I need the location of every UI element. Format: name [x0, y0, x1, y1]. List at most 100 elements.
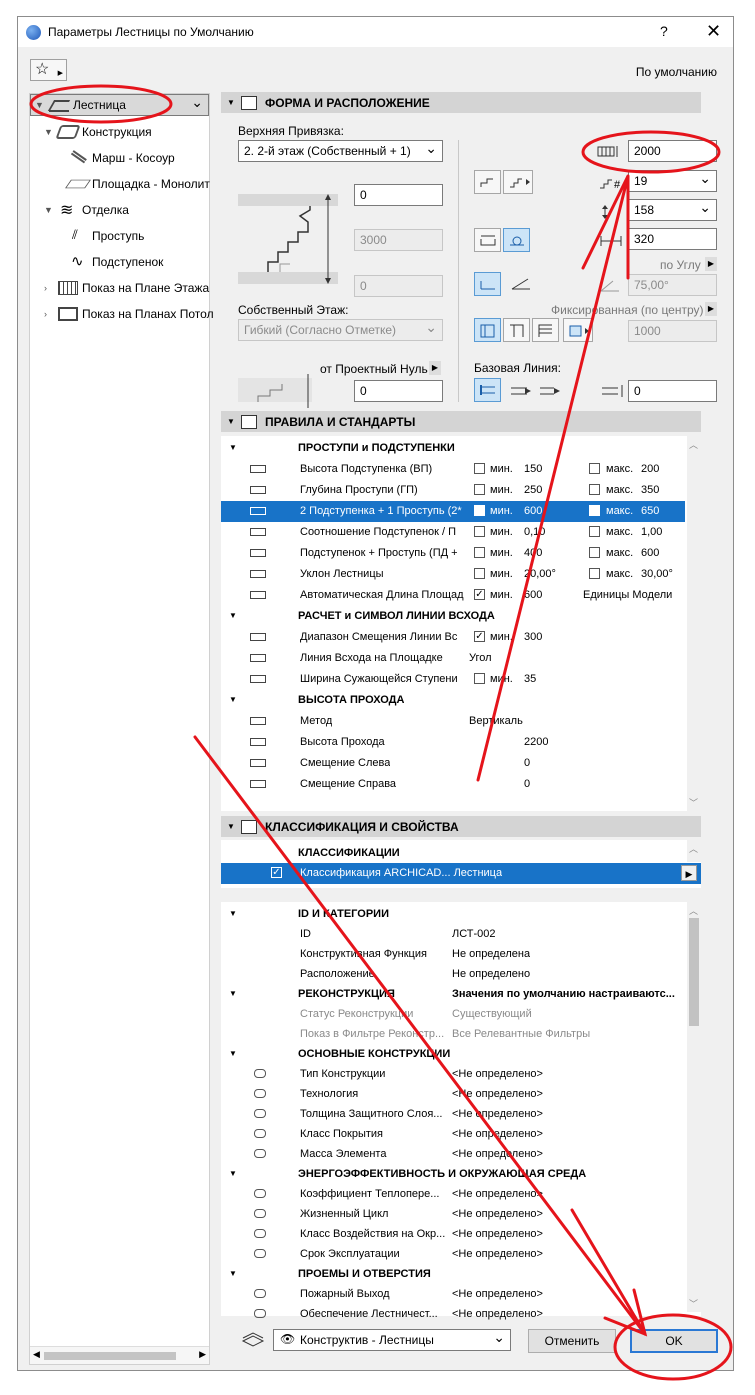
- reference-menu-arrow-icon[interactable]: ▶: [429, 361, 441, 375]
- project-zero-input[interactable]: 0: [354, 380, 443, 402]
- min-checkbox[interactable]: [474, 505, 485, 516]
- property-value[interactable]: <Не определено>: [452, 1248, 543, 1260]
- table-row[interactable]: Смещение Справа 0: [221, 774, 685, 795]
- riser-height-select[interactable]: 158: [628, 199, 717, 221]
- table-row[interactable]: Пожарный Выход <Не определено>: [221, 1284, 685, 1305]
- group-row[interactable]: ▼ РЕКОНСТРУКЦИЯ Значения по умолчанию наст…: [221, 984, 685, 1005]
- collapse-arrow-icon[interactable]: ▼: [229, 1269, 237, 1278]
- table-row[interactable]: Высота Прохода 2200: [221, 732, 685, 753]
- tree-item-structure[interactable]: ▼ Конструкция: [44, 120, 152, 144]
- scroll-down-icon[interactable]: ﹀: [689, 796, 698, 809]
- table-row[interactable]: Уклон Лестницы мин. 20,00° макс. 30,00°: [221, 564, 685, 585]
- collapse-arrow-icon[interactable]: ▼: [221, 822, 241, 831]
- tree-item-ceiling-plan[interactable]: › Показ на Планах Потол: [44, 302, 214, 326]
- property-value[interactable]: Не определена: [452, 948, 530, 960]
- help-button[interactable]: ?: [660, 23, 668, 39]
- table-row-selected[interactable]: 2 Подступенка + 1 Проступь (2* мин. 600 …: [221, 501, 685, 522]
- row-value[interactable]: Вертикаль: [469, 715, 523, 727]
- row-value[interactable]: 0: [524, 757, 530, 769]
- table-row[interactable]: Технология <Не определено>: [221, 1084, 685, 1105]
- section-header-classification[interactable]: ▼ КЛАССИФИКАЦИЯ И СВОЙСТВА: [221, 816, 701, 837]
- max-value[interactable]: 650: [641, 505, 659, 517]
- group-row[interactable]: ▼ ПРОЕМЫ И ОТВЕРСТИЯ: [221, 1264, 685, 1285]
- property-value[interactable]: <Не определено>: [452, 1088, 543, 1100]
- tree-item-finish[interactable]: ▼ Отделка: [44, 198, 129, 222]
- collapse-arrow-icon[interactable]: ▼: [229, 611, 237, 620]
- classification-row[interactable]: ✓ Классификация ARCHICAD... Лестница ▶: [221, 863, 701, 884]
- min-value[interactable]: 600: [524, 505, 542, 517]
- property-value[interactable]: Не определено: [452, 968, 530, 980]
- classification-checkbox-checked[interactable]: ✓: [271, 867, 282, 878]
- min-value[interactable]: 250: [524, 484, 542, 496]
- tree-item-floor-plan[interactable]: › Показ на Плане Этажа: [44, 276, 209, 300]
- collapse-arrow-icon[interactable]: ▼: [229, 443, 237, 452]
- baseline-center-icon[interactable]: [505, 380, 533, 400]
- max-checkbox[interactable]: [589, 505, 600, 516]
- horizontal-scrollbar[interactable]: ◀ ▶: [30, 1346, 209, 1364]
- min-checkbox[interactable]: [474, 568, 485, 579]
- fixed-menu-arrow-icon[interactable]: ▶: [705, 302, 717, 316]
- row-value[interactable]: Угол: [469, 652, 492, 664]
- property-value[interactable]: <Не определено>: [452, 1288, 543, 1300]
- layer-select[interactable]: 👁 Конструктив - Лестницы: [273, 1329, 511, 1351]
- table-row[interactable]: Диапазон Смещения Линии Вс ✓ мин. 300: [221, 627, 685, 648]
- group-row[interactable]: ▼ ВЫСОТА ПРОХОДА: [221, 690, 685, 711]
- tree-item-flight[interactable]: Марш - Косоур: [68, 146, 175, 170]
- min-value[interactable]: 35: [524, 673, 536, 685]
- tree-item-tread[interactable]: Проступь: [68, 224, 144, 248]
- scroll-up-icon[interactable]: ︿: [689, 438, 698, 451]
- favorites-button[interactable]: ☆ ▶: [30, 59, 67, 81]
- table-row[interactable]: Срок Эксплуатации <Не определено>: [221, 1244, 685, 1265]
- max-value[interactable]: 350: [641, 484, 659, 496]
- property-value[interactable]: Существующий: [452, 1008, 532, 1020]
- geometry-method-a-button[interactable]: [474, 318, 501, 342]
- property-value[interactable]: <Не определено>: [452, 1068, 543, 1080]
- min-value[interactable]: 600: [524, 589, 542, 601]
- tree-item-landing[interactable]: Площадка - Монолит: [65, 172, 210, 196]
- classification-menu-arrow-icon[interactable]: ▶: [681, 865, 697, 881]
- top-offset-input[interactable]: 0: [354, 184, 443, 206]
- collapse-arrow-icon[interactable]: ▼: [229, 1169, 237, 1178]
- max-value[interactable]: 600: [641, 547, 659, 559]
- group-row[interactable]: ▼ ID И КАТЕГОРИИ: [221, 904, 685, 925]
- going-depth-input[interactable]: 320: [628, 228, 717, 250]
- collapse-arrow-icon[interactable]: ▼: [229, 1049, 237, 1058]
- flight-width-input[interactable]: 2000: [628, 140, 717, 162]
- going-auto-button[interactable]: [503, 228, 530, 252]
- max-checkbox[interactable]: [589, 463, 600, 474]
- geometry-method-menu-button[interactable]: [563, 318, 593, 342]
- collapse-arrow-icon[interactable]: ▼: [221, 417, 241, 426]
- property-value[interactable]: <Не определено>: [452, 1228, 543, 1240]
- group-row[interactable]: ▼ ОСНОВНЫЕ КОНСТРУКЦИИ: [221, 1044, 685, 1065]
- table-row[interactable]: Глубина Проступи (ГП) мин. 250 макс. 350: [221, 480, 685, 501]
- max-value[interactable]: 30,00°: [641, 568, 673, 580]
- table-row[interactable]: Подступенок + Проступь (ПД + мин. 400 ма…: [221, 543, 685, 564]
- table-row[interactable]: Расположение Не определено: [221, 964, 685, 985]
- table-row[interactable]: Автоматическая Длина Площад ✓ мин. 600 Е…: [221, 585, 685, 606]
- min-value[interactable]: 400: [524, 547, 542, 559]
- bottom-offset-input[interactable]: 0: [354, 275, 443, 297]
- table-row[interactable]: Жизненный Цикл <Не определено>: [221, 1204, 685, 1225]
- min-value[interactable]: 150: [524, 463, 542, 475]
- cancel-button[interactable]: Отменить: [528, 1329, 616, 1353]
- scroll-down-icon[interactable]: ﹀: [689, 1297, 698, 1310]
- section-header-rules[interactable]: ▼ ПРАВИЛА И СТАНДАРТЫ: [221, 411, 701, 432]
- property-value[interactable]: <Не определено>: [452, 1148, 543, 1160]
- expand-arrow-icon[interactable]: ▼: [35, 100, 49, 110]
- scrollbar-thumb[interactable]: [44, 1352, 176, 1360]
- baseline-left-button[interactable]: [474, 378, 501, 402]
- table-row[interactable]: Показ в Фильтре Реконстр... Все Релевантн…: [221, 1024, 685, 1045]
- collapse-arrow-icon[interactable]: ›: [44, 309, 58, 319]
- property-value[interactable]: ЛСТ-002: [452, 928, 496, 940]
- fixed-width-input[interactable]: 1000: [628, 320, 717, 342]
- min-checkbox[interactable]: [474, 526, 485, 537]
- group-row[interactable]: ▼ ПРОСТУПИ и ПОДСТУПЕНКИ: [221, 438, 685, 459]
- table-row[interactable]: Ширина Сужающейся Ступени мин. 35: [221, 669, 685, 690]
- property-value[interactable]: <Не определено>: [452, 1308, 543, 1320]
- scroll-up-icon[interactable]: ︿: [689, 842, 698, 855]
- row-value[interactable]: 2200: [524, 736, 548, 748]
- scroll-up-icon[interactable]: ︿: [689, 904, 698, 917]
- property-value[interactable]: <Не определено>: [452, 1108, 543, 1120]
- table-row[interactable]: Класс Покрытия <Не определено>: [221, 1124, 685, 1145]
- max-checkbox[interactable]: [589, 547, 600, 558]
